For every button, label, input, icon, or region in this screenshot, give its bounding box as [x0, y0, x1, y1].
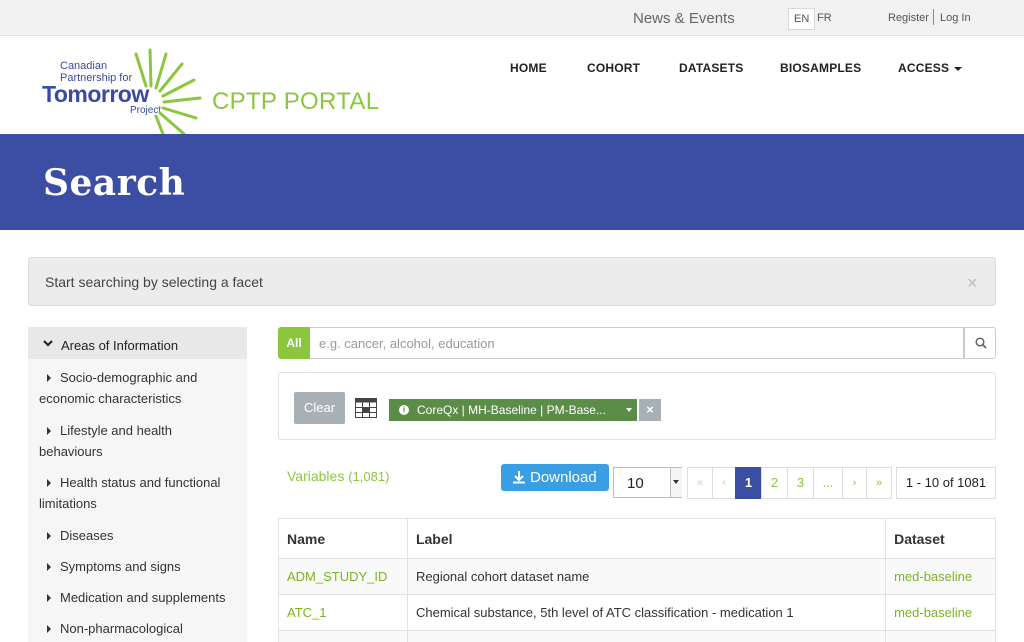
table-cell: [885, 630, 996, 642]
close-icon[interactable]: ×: [967, 273, 978, 294]
pager-page-1[interactable]: 1: [735, 467, 762, 499]
sidebar-item-diseases[interactable]: Diseases: [39, 525, 239, 546]
nav-home[interactable]: HOME: [510, 61, 547, 75]
caret-right-icon: [47, 594, 51, 603]
pager-page-2[interactable]: 2: [761, 467, 788, 499]
caret-right-icon: [47, 532, 51, 541]
clear-button[interactable]: Clear: [294, 392, 345, 424]
table-header-row: Name Label Dataset: [278, 518, 996, 559]
facet-chip[interactable]: i CoreQx | MH-Baseline | PM-Base...: [389, 399, 637, 421]
nav-biosamples[interactable]: BIOSAMPLES: [780, 61, 861, 75]
variable-name-link[interactable]: ATC_1: [278, 594, 408, 631]
site-header: Canadian Partnership for Tomorrow Projec…: [0, 36, 1024, 144]
table-row: [278, 630, 996, 642]
sidebar-item-label: Diseases: [60, 528, 114, 543]
select-arrow: [670, 468, 682, 497]
sidebar-item-medication[interactable]: Medication and supplements: [39, 587, 239, 608]
sidebar-item-symptoms[interactable]: Symptoms and signs: [39, 556, 239, 577]
top-utility-bar: News & Events EN FR Register Log In: [0, 0, 1024, 36]
news-events-link[interactable]: News & Events: [633, 10, 735, 27]
variable-name-link[interactable]: ADM_STUDY_ID: [278, 558, 408, 595]
logo-line-1: Canadian: [60, 60, 108, 72]
caret-down-icon: [673, 480, 679, 484]
search-input[interactable]: [310, 327, 964, 359]
sidebar-item-health-status[interactable]: Health status and functional limitations: [39, 472, 239, 514]
variables-label: Variables: [287, 468, 345, 484]
caret-down-icon: [626, 408, 632, 412]
table-cell: [406, 630, 887, 642]
portal-title: CPTP PORTAL: [212, 88, 380, 115]
alert-message: Start searching by selecting a facet: [45, 274, 263, 290]
pager-ellipsis[interactable]: ...: [813, 467, 843, 499]
caret-right-icon: [47, 563, 51, 572]
sidebar-item-label: Medication and supplements: [60, 590, 226, 605]
variable-label: Regional cohort dataset name: [406, 558, 887, 595]
search-button[interactable]: [964, 327, 996, 359]
dataset-link[interactable]: med-baseline: [885, 558, 996, 595]
results-table: Name Label Dataset ADM_STUDY_ID Regional…: [278, 518, 996, 642]
table-row: ATC_1 Chemical substance, 5th level of A…: [278, 594, 996, 631]
sidebar-item-label: Symptoms and signs: [60, 559, 181, 574]
sidebar-item-lifestyle[interactable]: Lifestyle and health behaviours: [39, 420, 239, 462]
sidebar-item-label: Non-pharmacological: [60, 621, 183, 636]
pager-page-3[interactable]: 3: [787, 467, 814, 499]
download-label: Download: [530, 469, 597, 486]
site-logo[interactable]: Canadian Partnership for Tomorrow Projec…: [40, 48, 380, 144]
search-icon: [975, 337, 987, 349]
lang-fr-button[interactable]: FR: [812, 8, 837, 30]
register-link[interactable]: Register: [888, 12, 929, 24]
download-icon: [513, 471, 525, 484]
facet-chip-label: CoreQx | MH-Baseline | PM-Base...: [417, 403, 606, 417]
pager-prev[interactable]: ‹: [712, 467, 736, 499]
nav-access-label: ACCESS: [898, 61, 950, 75]
table-icon[interactable]: [355, 398, 377, 418]
pager-last[interactable]: »: [866, 467, 892, 499]
page-title: Search: [43, 162, 186, 204]
nav-access[interactable]: ACCESS: [898, 61, 963, 75]
sidebar-item-non-pharmacological[interactable]: Non-pharmacological: [39, 618, 239, 639]
all-scope-button[interactable]: All: [278, 327, 310, 359]
sunburst-logo-icon: [134, 48, 202, 144]
info-alert: Start searching by selecting a facet ×: [28, 257, 996, 306]
info-icon: i: [399, 405, 409, 415]
login-link[interactable]: Log In: [940, 12, 971, 24]
page-size-select[interactable]: 10: [613, 467, 682, 498]
facet-group-header[interactable]: Areas of Information: [28, 327, 247, 359]
results-range: 1 - 10 of 1081: [896, 467, 996, 499]
caret-down-icon: [954, 66, 963, 71]
pager-next[interactable]: ›: [842, 467, 867, 499]
variables-count: Variables (1,081): [287, 468, 389, 484]
table-cell: [278, 630, 408, 642]
nav-datasets[interactable]: DATASETS: [679, 61, 744, 75]
variable-label: Chemical substance, 5th level of ATC cla…: [406, 594, 887, 631]
facet-group-label: Areas of Information: [61, 338, 179, 353]
caret-right-icon: [47, 625, 51, 634]
page-size-value: 10: [627, 475, 644, 492]
column-header-name[interactable]: Name: [278, 518, 408, 559]
caret-right-icon: [47, 427, 51, 436]
sidebar-item-label: Health status and functional limitations: [39, 475, 221, 511]
sidebar-item-label: Socio-demographic and economic character…: [39, 370, 198, 406]
chevron-down-icon: [43, 340, 53, 347]
facet-sidebar: Areas of Information Socio-demographic a…: [28, 327, 247, 642]
download-button[interactable]: Download: [501, 464, 609, 491]
sidebar-item-label: Lifestyle and health behaviours: [39, 423, 173, 459]
divider: [933, 9, 934, 25]
sidebar-item-socio-demographic[interactable]: Socio-demographic and economic character…: [39, 367, 239, 409]
remove-facet-button[interactable]: ×: [639, 399, 661, 421]
caret-right-icon: [47, 479, 51, 488]
column-header-dataset[interactable]: Dataset: [885, 518, 996, 559]
table-row: ADM_STUDY_ID Regional cohort dataset nam…: [278, 558, 996, 595]
active-facets-panel: Clear i CoreQx | MH-Baseline | PM-Base..…: [278, 372, 996, 440]
nav-cohort[interactable]: COHORT: [587, 61, 640, 75]
pager-first[interactable]: «: [687, 467, 713, 499]
column-header-label[interactable]: Label: [406, 518, 887, 559]
variables-number: (1,081): [348, 469, 390, 484]
page-banner: Search: [0, 134, 1024, 230]
dataset-link[interactable]: med-baseline: [885, 594, 996, 631]
caret-right-icon: [47, 374, 51, 383]
